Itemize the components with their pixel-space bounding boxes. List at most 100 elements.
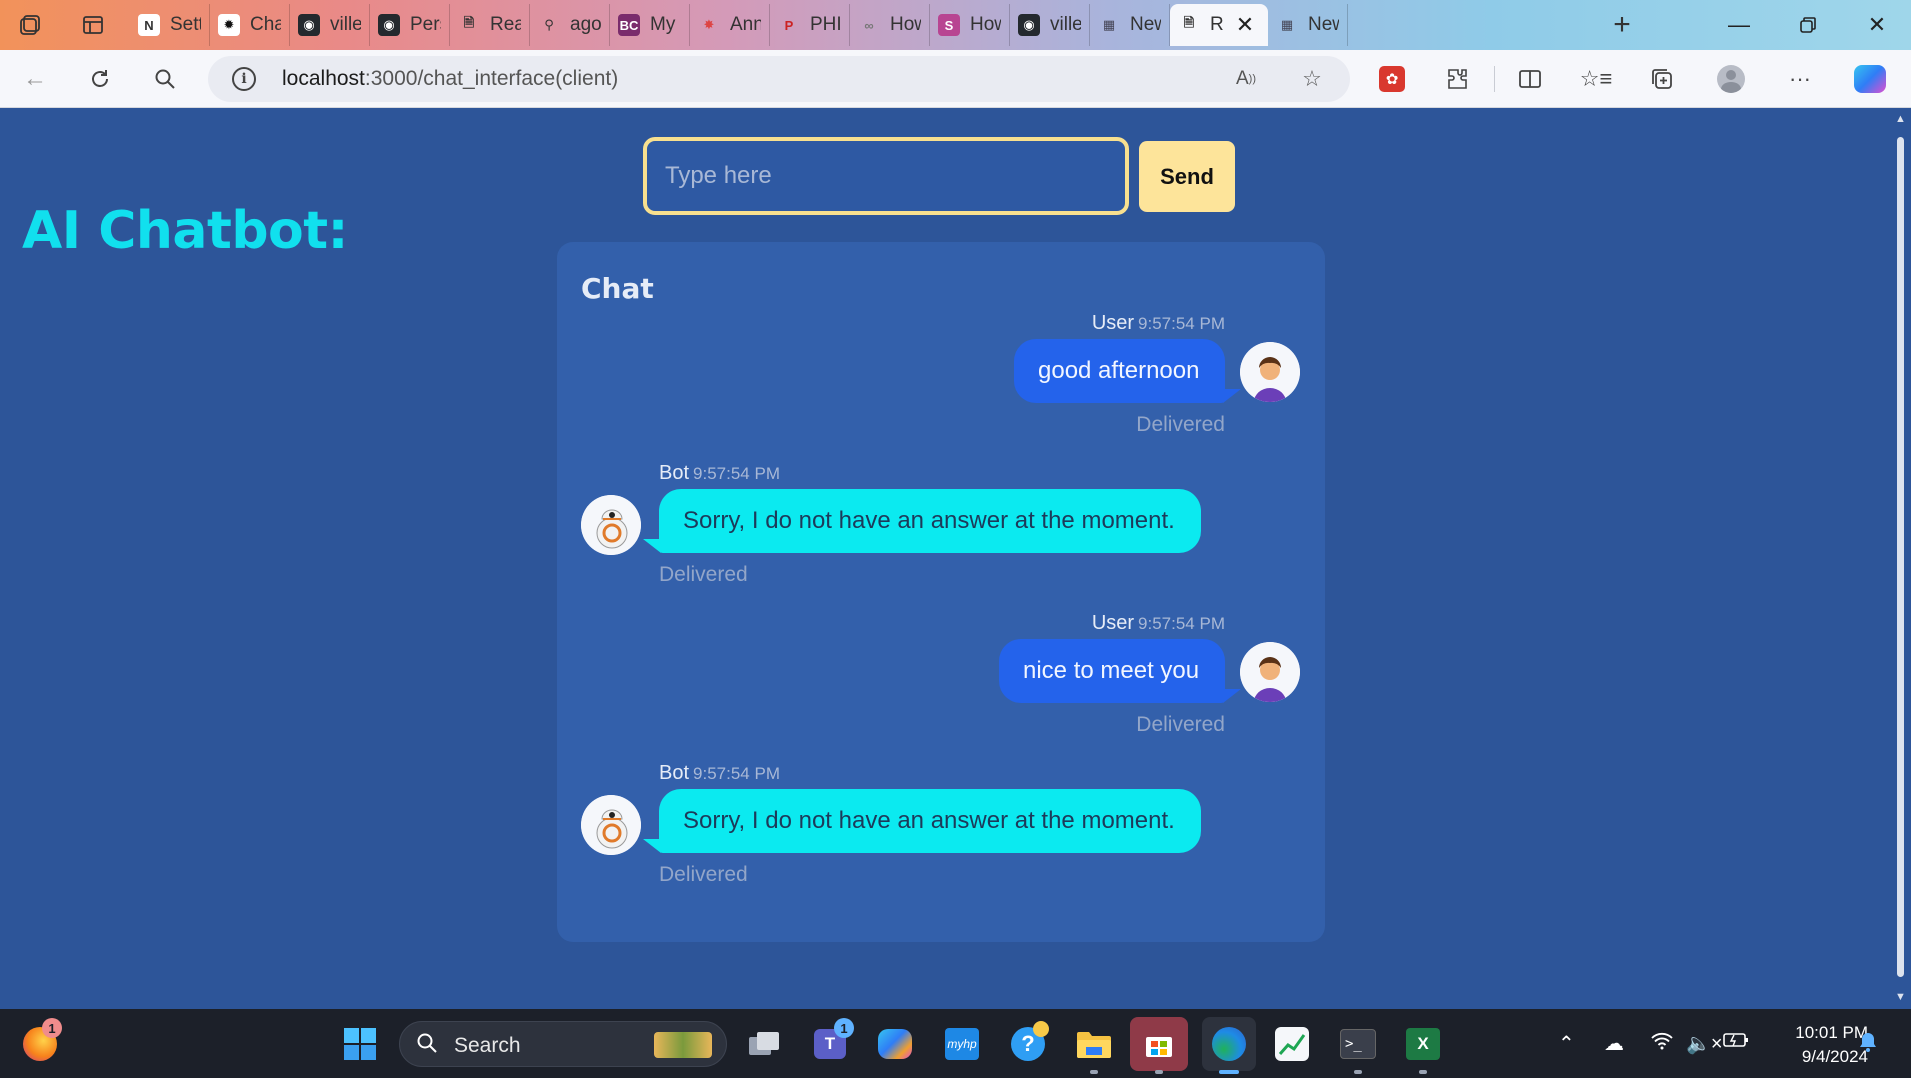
message-time: 9:57:54 PM xyxy=(693,764,780,783)
bot-message: Bot 9:57:54 PM Sorry, I do not have an ans… xyxy=(557,462,1325,602)
edge-icon[interactable] xyxy=(1202,1017,1256,1071)
url-host: localhost xyxy=(282,67,365,90)
user-message: User 9:57:54 PM good afternoon Delivered xyxy=(557,312,1325,452)
more-options-icon[interactable]: ··· xyxy=(1783,62,1817,96)
browser-tab[interactable]: ⚲ agora xyxy=(530,4,610,46)
bubble-tail xyxy=(643,539,661,553)
read-aloud-icon[interactable]: A)) xyxy=(1232,65,1260,93)
user-avatar xyxy=(1240,342,1300,402)
page-content: AI Chatbot: Send Chat User9:57:54 PMgood… xyxy=(0,109,1890,1009)
taskbar-clock[interactable]: 10:01 PM 9/4/2024 xyxy=(1758,1021,1868,1069)
browser-tab[interactable]: ◉ villela xyxy=(290,4,370,46)
back-button[interactable]: ← xyxy=(16,60,54,98)
excel-running-indicator xyxy=(1419,1070,1427,1074)
browser-tab[interactable]: ∞ How xyxy=(850,4,930,46)
close-tab-icon[interactable]: ✕ xyxy=(1236,12,1254,38)
url-text[interactable]: localhost:3000/chat_interface(client) xyxy=(282,67,618,91)
new-tab-button[interactable]: + xyxy=(1605,8,1639,42)
browser-tab[interactable]: P PHIL1 xyxy=(770,4,850,46)
profile-avatar-icon[interactable] xyxy=(1714,62,1748,96)
message-time: 9:57:54 PM xyxy=(693,464,780,483)
send-button[interactable]: Send xyxy=(1139,141,1235,212)
copilot-app-icon[interactable] xyxy=(873,1022,917,1066)
favorites-icon[interactable]: ☆≡ xyxy=(1579,62,1613,96)
stocks-app-icon[interactable] xyxy=(1270,1022,1314,1066)
store-running-indicator xyxy=(1155,1070,1163,1074)
myhp-icon[interactable]: myhp xyxy=(940,1022,984,1066)
page-title: AI Chatbot: xyxy=(22,201,348,261)
onedrive-icon[interactable]: ☁ xyxy=(1604,1031,1624,1056)
extension-paw-icon[interactable]: ✿ xyxy=(1375,62,1409,96)
delivery-status: Delivered xyxy=(659,563,748,586)
start-button[interactable] xyxy=(338,1022,382,1066)
page-scrollbar[interactable]: ▲ ▼ xyxy=(1890,109,1911,1009)
teams-icon[interactable]: T 1 xyxy=(808,1018,854,1066)
terminal-running-indicator xyxy=(1354,1070,1362,1074)
show-hidden-icons-chevron-icon[interactable]: ⌃ xyxy=(1558,1031,1575,1056)
get-help-icon[interactable]: ? xyxy=(1006,1021,1050,1066)
explorer-running-indicator xyxy=(1090,1070,1098,1074)
browser-tab[interactable]: ◉ villela xyxy=(1010,4,1090,46)
browser-tab[interactable]: ◉ Perso xyxy=(370,4,450,46)
scroll-up-arrow[interactable]: ▲ xyxy=(1895,113,1906,125)
favorite-star-icon[interactable]: ☆ xyxy=(1298,65,1326,93)
github-icon: ◉ xyxy=(378,14,400,36)
close-window-button[interactable]: ✕ xyxy=(1845,6,1909,44)
message-bubble: Sorry, I do not have an answer at the mo… xyxy=(659,489,1201,553)
notification-bell-icon[interactable] xyxy=(1858,1031,1878,1059)
search-icon xyxy=(416,1032,438,1060)
task-view-icon[interactable] xyxy=(742,1022,786,1066)
taskbar-search[interactable]: Search xyxy=(399,1021,727,1067)
browser-tab[interactable]: ✹ ChatG xyxy=(210,4,290,46)
browser-tab[interactable]: S How xyxy=(930,4,1010,46)
microsoft-store-icon[interactable] xyxy=(1130,1017,1188,1071)
firefox-icon[interactable]: 1 xyxy=(18,1018,62,1066)
browser-tab[interactable]: ▦ New xyxy=(1090,4,1170,46)
extensions-icon[interactable] xyxy=(1440,62,1474,96)
user-message: User 9:57:54 PM nice to meet you Delivered xyxy=(557,612,1325,752)
newtab-icon: ▦ xyxy=(1102,17,1116,32)
bot-avatar xyxy=(581,495,641,555)
bubble-tail xyxy=(643,839,661,853)
browser-tab[interactable]: 🗎 React xyxy=(450,4,530,46)
browser-tab[interactable]: 🗎 R ✕ xyxy=(1170,4,1268,46)
wifi-icon[interactable] xyxy=(1650,1031,1674,1057)
excel-icon[interactable]: X xyxy=(1401,1022,1445,1066)
browser-tab[interactable]: ✸ Anno xyxy=(690,4,770,46)
copilot-icon[interactable] xyxy=(1853,62,1887,96)
clock-time: 10:01 PM xyxy=(1795,1023,1868,1042)
search-icon[interactable] xyxy=(146,60,184,98)
battery-icon[interactable] xyxy=(1722,1031,1750,1055)
bubble-tail xyxy=(1223,389,1241,403)
message-bubble: Sorry, I do not have an answer at the mo… xyxy=(659,789,1201,853)
workspaces-icon[interactable] xyxy=(14,8,48,42)
message-bubble: nice to meet you xyxy=(999,639,1225,703)
scroll-down-arrow[interactable]: ▼ xyxy=(1895,991,1906,1003)
message-meta: User 9:57:54 PM xyxy=(1092,612,1225,635)
bot-avatar xyxy=(581,795,641,855)
file-explorer-icon[interactable] xyxy=(1072,1022,1116,1066)
message-input[interactable] xyxy=(643,137,1129,215)
refresh-button[interactable] xyxy=(81,60,119,98)
delivery-status: Delivered xyxy=(659,863,748,886)
collections-icon[interactable] xyxy=(1645,62,1679,96)
browser-tab[interactable]: ▦ New xyxy=(1268,4,1348,46)
scrollbar-thumb[interactable] xyxy=(1897,137,1904,977)
restore-button[interactable] xyxy=(1776,6,1840,44)
tab-label: PHIL1 xyxy=(810,14,841,35)
delivery-status: Delivered xyxy=(1136,413,1225,436)
notion-icon: N xyxy=(138,14,160,36)
browser-tab[interactable]: BC My Sa xyxy=(610,4,690,46)
terminal-icon[interactable]: >_ xyxy=(1336,1022,1380,1066)
tab-actions-icon[interactable] xyxy=(76,8,110,42)
speaker-muted-icon[interactable]: 🔈× xyxy=(1686,1031,1723,1056)
site-info-icon[interactable]: i xyxy=(232,67,256,91)
url-field[interactable]: i localhost:3000/chat_interface(client) … xyxy=(208,56,1350,102)
split-screen-icon[interactable] xyxy=(1513,62,1547,96)
user-avatar xyxy=(1240,642,1300,702)
tab-label: How xyxy=(890,14,921,35)
minimize-button[interactable]: — xyxy=(1707,6,1771,44)
tab-label: Perso xyxy=(410,14,441,35)
github-icon: ◉ xyxy=(298,14,320,36)
browser-tab[interactable]: N Settin xyxy=(130,4,210,46)
